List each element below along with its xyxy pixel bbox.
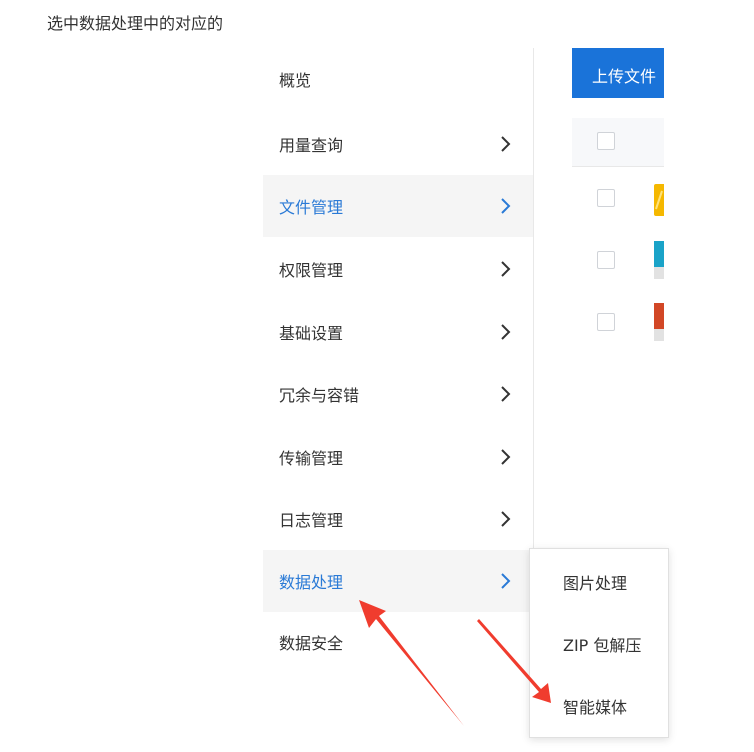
table-header [572,118,664,167]
sidebar-item-redundancy[interactable]: 冗余与容错 [263,363,533,425]
submenu-item-zip-decompress[interactable]: ZIP 包解压 [530,613,670,675]
chevron-right-icon [499,385,513,403]
chevron-right-icon [499,572,513,590]
sidebar-item-data-security[interactable]: 数据安全 [263,611,533,673]
chevron-right-icon [499,260,513,278]
sidebar-item-label: 文件管理 [279,198,344,217]
chevron-right-icon [499,448,513,466]
sidebar-item-label: 日志管理 [279,511,344,530]
file-icon [654,303,664,341]
sidebar-item-label: 基础设置 [279,324,344,343]
upload-file-button[interactable]: 上传文件 [572,48,664,98]
chevron-right-icon [499,135,513,153]
sidebar-item-log-management[interactable]: 日志管理 [263,488,533,550]
sidebar-item-basic-settings[interactable]: 基础设置 [263,301,533,363]
submenu-item-label: 图片处理 [563,574,628,593]
sidebar-item-usage-query[interactable]: 用量查询 [263,113,533,175]
sidebar-item-label: 权限管理 [279,261,344,280]
sidebar-item-label: 冗余与容错 [279,386,360,405]
sidebar-item-label: 数据处理 [279,573,344,592]
sidebar-item-permission-management[interactable]: 权限管理 [263,238,533,300]
select-all-checkbox[interactable] [597,132,615,150]
row-checkbox[interactable] [597,313,615,331]
submenu-item-label: 智能媒体 [563,698,628,717]
sidebar-item-transfer-management[interactable]: 传输管理 [263,426,533,488]
row-checkbox[interactable] [597,189,615,207]
sidebar-item-label: 数据安全 [279,634,344,653]
chevron-right-icon [499,323,513,341]
chevron-right-icon [499,510,513,528]
sidebar-item-file-management[interactable]: 文件管理 [263,175,533,237]
instruction-caption: 选中数据处理中的对应的 [47,14,224,33]
sidebar-item-label: 用量查询 [279,136,344,155]
file-icon [654,241,664,279]
submenu-item-label: ZIP 包解压 [563,636,642,655]
folder-icon [654,181,664,219]
submenu-item-image-processing[interactable]: 图片处理 [530,551,670,613]
sidebar-item-label: 概览 [279,71,312,90]
submenu-item-intelligent-media[interactable]: 智能媒体 [530,675,670,737]
chevron-right-icon [499,197,513,215]
sidebar-item-label: 传输管理 [279,449,344,468]
console-sidebar: 概览 用量查询 文件管理 权限管理 基础设置 冗余与容错 传输管理 日志管理 数… [263,48,533,752]
row-checkbox[interactable] [597,251,615,269]
sidebar-item-data-processing[interactable]: 数据处理 [263,550,533,612]
sidebar-item-overview[interactable]: 概览 [263,48,533,110]
data-processing-submenu: 图片处理 ZIP 包解压 智能媒体 [529,548,669,738]
